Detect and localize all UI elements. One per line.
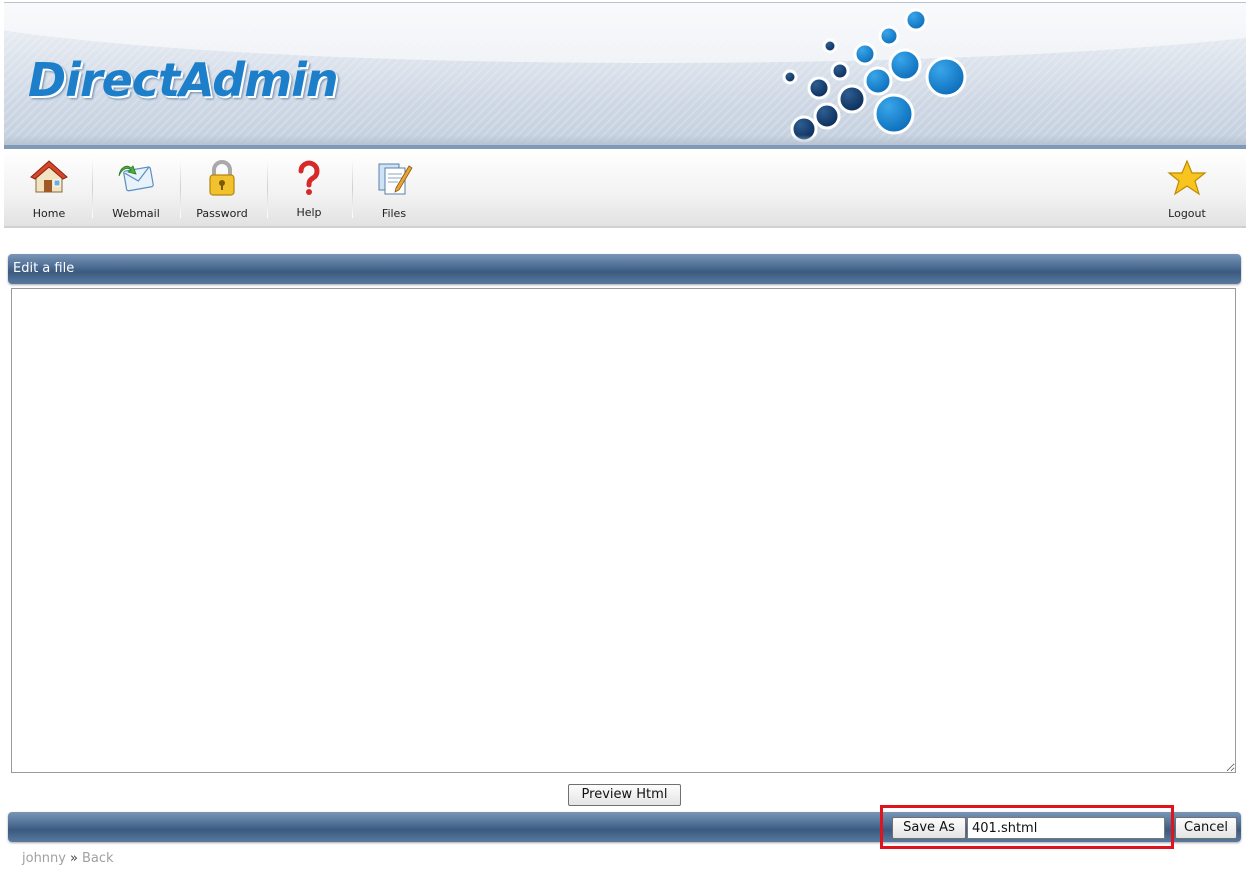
toolbar-password-label: Password (196, 207, 248, 220)
breadcrumb-separator: » (69, 851, 78, 866)
panel-title: Edit a file (13, 261, 75, 276)
mail-icon (118, 165, 154, 192)
files-icon (378, 163, 413, 195)
bubbles-graphic (782, 8, 967, 143)
toolbar-logout-label: Logout (1168, 207, 1206, 220)
toolbar-files-label: Files (381, 207, 407, 220)
panel-header: Edit a file (8, 254, 1241, 284)
breadcrumb-back[interactable]: Back (82, 851, 114, 866)
filename-input[interactable] (967, 817, 1165, 839)
toolbar-password[interactable]: Password (179, 150, 265, 222)
toolbar-help[interactable]: Help (266, 150, 352, 222)
toolbar-home[interactable]: Home (6, 150, 92, 222)
directadmin-logo[interactable]: DirectAdmin (28, 53, 339, 107)
preview-html-button[interactable]: Preview Html (568, 784, 681, 806)
lock-icon (209, 160, 235, 196)
toolbar-help-label: Help (296, 206, 322, 219)
toolbar-home-label: Home (32, 207, 66, 220)
home-icon (30, 160, 68, 193)
toolbar-webmail-label: Webmail (112, 207, 160, 220)
main-toolbar: Home Webmail Password Help Files Logout (4, 150, 1246, 228)
cancel-button[interactable]: Cancel (1175, 817, 1237, 839)
header-shade (4, 135, 1246, 145)
save-as-button[interactable]: Save As (892, 817, 966, 839)
header-banner: DirectAdmin (4, 2, 1246, 149)
file-content-editor[interactable] (11, 288, 1236, 773)
star-icon (1167, 159, 1207, 196)
toolbar-files[interactable]: Files (351, 150, 437, 222)
toolbar-logout[interactable]: Logout (1144, 150, 1230, 222)
breadcrumb-user[interactable]: johnny (22, 851, 66, 866)
help-icon (298, 160, 320, 195)
toolbar-webmail[interactable]: Webmail (93, 150, 179, 222)
breadcrumb: johnny» Back (22, 851, 114, 866)
header-stripe (4, 145, 1246, 149)
